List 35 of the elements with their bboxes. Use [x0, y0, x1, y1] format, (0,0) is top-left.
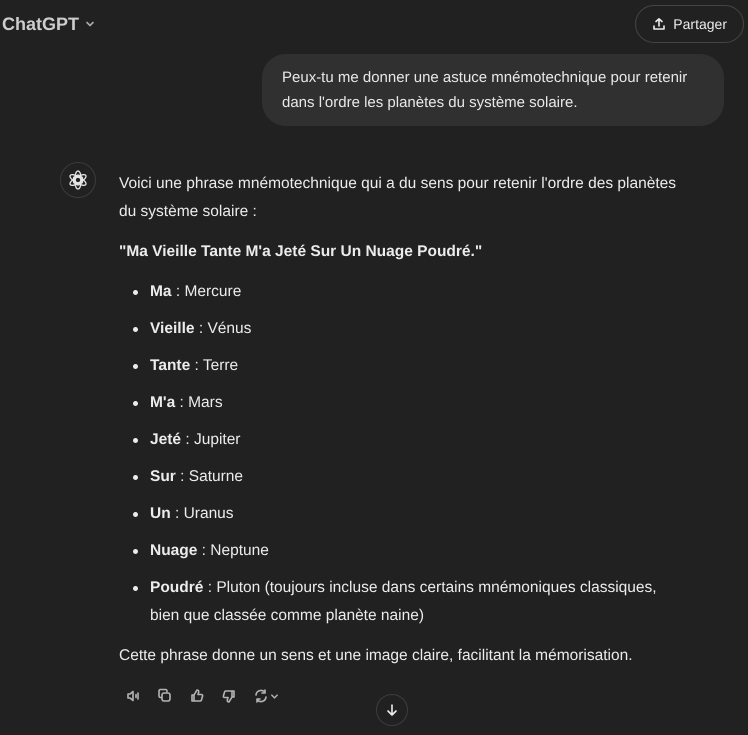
assistant-avatar-icon [60, 162, 96, 198]
model-selector[interactable]: ChatGPT [0, 14, 98, 34]
list-item-text: Sur : Saturne [150, 467, 244, 487]
bullet-icon [133, 475, 138, 480]
bullet-icon [133, 549, 138, 554]
chevron-down-icon[interactable] [270, 692, 279, 700]
thumbs-down-icon[interactable] [221, 688, 237, 704]
response-text: Voici une phrase mnémotechnique qui a du sens pour retenir l'ordre des planètes du système solaire : [119, 174, 678, 222]
bullet-icon [133, 290, 138, 295]
user-message: Peux-tu me donner une astuce mnémotechnique pour retenir dans l'ordre les planètes du système solaire. [262, 54, 724, 126]
list-item-text: Jeté : Jupiter [150, 430, 240, 450]
list-item-text: Nuage : Neptune [150, 541, 269, 561]
scroll-down-button[interactable] [376, 694, 408, 726]
speaker-icon[interactable] [125, 688, 141, 704]
copy-icon[interactable] [157, 688, 173, 704]
bullet-icon [133, 438, 138, 443]
arrow-down-icon [385, 703, 399, 717]
response-text: Cette phrase donne un sens et une image claire, facilitant la mémorisation. [119, 646, 634, 666]
bullet-icon [133, 512, 138, 517]
thumbs-up-icon[interactable] [189, 688, 205, 704]
bullet-icon [133, 586, 138, 591]
list-item-text: Poudré : Pluton (toujours incluse dans certains mnémoniques classiques, bien que classée comme planète naine) [150, 578, 658, 626]
mnemonic-phrase: "Ma Vieille Tante M'a Jeté Sur Un Nuage Poudré." [119, 242, 484, 262]
bullet-icon [133, 401, 138, 406]
list-item-text: Tante : Terre [150, 356, 238, 376]
share-button[interactable]: Partager [635, 5, 744, 43]
upload-icon [652, 17, 666, 31]
list-item-text: Ma : Mercure [150, 282, 242, 302]
bullet-icon [133, 364, 138, 369]
list-item-text: Vieille : Vénus [150, 319, 252, 339]
list-item-text: Un : Uranus [150, 504, 234, 524]
list-item-text: M'a : Mars [150, 393, 223, 413]
bullet-icon [133, 327, 138, 332]
chevron-down-icon [85, 19, 96, 29]
refresh-icon[interactable] [253, 688, 269, 704]
